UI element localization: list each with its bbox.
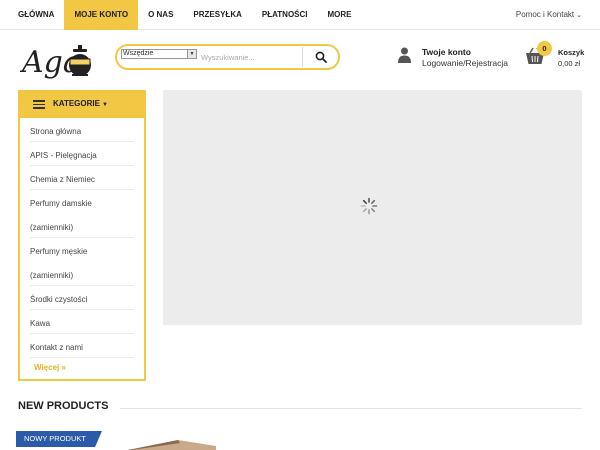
category-item-chemia[interactable]: Chemia z Niemiec [30, 166, 134, 190]
category-menu-toggle[interactable]: KATEGORIE ▼ [18, 90, 146, 118]
nav-item-more[interactable]: MORE [318, 0, 362, 30]
top-bar: GŁÓWNA MOJE KONTO O NAS PRZESYŁKA PŁATNO… [0, 0, 600, 30]
dropdown-arrow-icon: ▼ [187, 50, 196, 58]
nav-item-glowna[interactable]: GŁÓWNA [8, 0, 64, 30]
search-icon [315, 51, 327, 63]
cart-widget[interactable]: 0 Koszyk 0,00 zł [525, 41, 587, 71]
category-item-strona-glowna[interactable]: Strona główna [30, 118, 134, 142]
section-divider [120, 408, 582, 409]
category-item-apis[interactable]: APIS - Pielęgnacja [30, 142, 134, 166]
help-contact-label: Pomoc i Kontakt [515, 10, 575, 19]
nav-item-przesylka[interactable]: PRZESYŁKA [183, 0, 251, 30]
cart-total: 0,00 zł [558, 59, 581, 68]
search-bar: Wszędzie ▼ [115, 44, 340, 70]
logo-icon: Aga [19, 45, 91, 80]
nav-item-platnosci[interactable]: PŁATNOŚCI [252, 0, 318, 30]
category-list: Strona główna APIS - Pielęgnacja Chemia … [30, 118, 134, 358]
caret-down-icon: ▼ [101, 102, 108, 108]
new-product-badge: NOWY PRODUKT [16, 431, 102, 447]
new-products-title: NEW PRODUCTS [18, 400, 109, 412]
category-title: KATEGORIE ▼ [53, 99, 108, 108]
help-contact-link[interactable]: Pomoc i Kontakt ⌄ [516, 0, 582, 30]
search-category-select[interactable]: Wszędzie ▼ [121, 49, 197, 59]
nav-item-o-nas[interactable]: O NAS [138, 0, 183, 30]
account-title: Twoje konto [422, 47, 471, 57]
category-item-perfumy-damskie-sub[interactable]: (zamienniki) [30, 214, 134, 238]
search-button[interactable] [309, 49, 333, 65]
category-more-link[interactable]: Więcej » [34, 363, 66, 372]
spinner-icon [360, 197, 378, 215]
category-item-kontakt[interactable]: Kontakt z nami [30, 334, 134, 358]
user-icon [398, 47, 411, 63]
category-item-srodki-czystosci[interactable]: Środki czystości [30, 286, 134, 310]
account-login-register[interactable]: Logowanie/Rejestracja [422, 58, 508, 68]
search-category-value: Wszędzie [123, 50, 154, 57]
nav-item-moje-konto[interactable]: MOJE KONTO [64, 0, 139, 30]
search-input[interactable] [201, 50, 301, 64]
product-image[interactable] [118, 434, 218, 450]
hamburger-icon [33, 100, 45, 109]
top-nav: GŁÓWNA MOJE KONTO O NAS PRZESYŁKA PŁATNO… [8, 0, 362, 30]
category-item-perfumy-meskie-sub[interactable]: (zamienniki) [30, 262, 134, 286]
chevron-down-icon: ⌄ [576, 12, 582, 19]
category-item-perfumy-meskie[interactable]: Perfumy męskie [30, 238, 134, 262]
hero-slider[interactable] [163, 90, 582, 325]
site-logo[interactable]: Aga [19, 40, 96, 82]
category-item-kawa[interactable]: Kawa [30, 310, 134, 334]
category-sidebar: KATEGORIE ▼ Strona główna APIS - Pielęgna… [18, 90, 146, 381]
category-item-perfumy-damskie[interactable]: Perfumy damskie [30, 190, 134, 214]
category-title-text: KATEGORIE [53, 99, 100, 108]
account-link[interactable]: Twoje konto Logowanie/Rejestracja [398, 45, 518, 71]
cart-count-badge: 0 [537, 41, 552, 56]
cart-label: Koszyk [558, 48, 585, 57]
search-divider [302, 47, 303, 67]
